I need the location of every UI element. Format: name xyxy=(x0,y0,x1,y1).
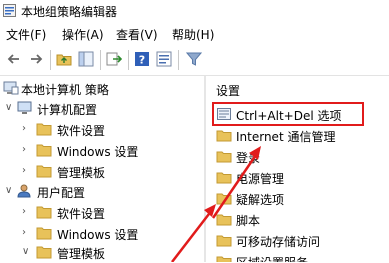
details-pane: 设置 Ctrl+Alt+Del 选项 Internet 通信管理 登录 电源管理… xyxy=(206,76,389,262)
toolbar-separator xyxy=(178,50,179,70)
folder-icon xyxy=(36,144,52,157)
tree-item-uc-windows[interactable]: › Windows 设置 xyxy=(0,224,204,244)
list-item-locale-services[interactable]: 区域设置服务 xyxy=(212,252,389,262)
chevron-right-icon[interactable]: › xyxy=(22,144,26,155)
folder-icon xyxy=(216,214,232,226)
chevron-right-icon[interactable]: › xyxy=(22,206,26,217)
help-icon[interactable]: ? xyxy=(134,51,150,67)
computer-icon xyxy=(17,101,32,114)
back-icon[interactable] xyxy=(6,51,22,67)
folder-icon xyxy=(216,130,232,142)
show-hide-tree-icon[interactable] xyxy=(78,51,94,67)
list-item-label: 疑解选项 xyxy=(236,193,285,207)
folder-icon xyxy=(36,206,52,219)
toolbar-separator xyxy=(50,50,51,70)
chevron-down-icon[interactable]: ∨ xyxy=(5,185,12,196)
list-item-label: 区域设置服务 xyxy=(236,254,308,262)
folder-open-icon xyxy=(36,246,52,259)
folder-icon xyxy=(36,227,52,240)
computer-policy-icon xyxy=(3,81,19,95)
tree-label: 管理模板 xyxy=(57,247,106,261)
properties-icon[interactable] xyxy=(156,51,172,67)
policy-setting-icon xyxy=(217,108,231,120)
forward-icon[interactable] xyxy=(28,51,44,67)
list-item-label: 可移动存储访问 xyxy=(236,235,321,249)
menu-file[interactable]: 文件(F) xyxy=(6,26,46,43)
list-item-logon[interactable]: 登录 xyxy=(212,147,389,167)
menu-bar: 文件(F) 操作(A) 查看(V) 帮助(H) xyxy=(0,22,389,46)
tree-item-cc-admin[interactable]: › 管理模板 xyxy=(0,162,204,182)
list-item-label: 脚本 xyxy=(236,214,261,228)
chevron-right-icon[interactable]: › xyxy=(22,227,26,238)
chevron-down-icon[interactable]: ∨ xyxy=(5,102,12,113)
list-item-power[interactable]: 电源管理 xyxy=(212,168,389,188)
menu-view[interactable]: 查看(V) xyxy=(116,26,158,43)
folder-icon xyxy=(216,235,232,247)
list-item-label: Ctrl+Alt+Del 选项 xyxy=(236,109,342,123)
filter-icon[interactable] xyxy=(186,51,202,67)
chevron-down-icon[interactable]: ∨ xyxy=(22,246,29,257)
folder-icon xyxy=(36,165,52,178)
tree-item-root[interactable]: 本地计算机 策略 xyxy=(0,79,204,99)
toolbar: ? xyxy=(0,46,389,76)
folder-icon xyxy=(216,172,232,184)
tree-label: 软件设置 xyxy=(57,207,106,221)
tree-item-user-config[interactable]: ∨ 用户配置 xyxy=(0,182,204,202)
list-item-scripts[interactable]: 脚本 xyxy=(212,210,389,230)
window-title: 本地组策略编辑器 xyxy=(21,5,118,19)
folder-icon xyxy=(216,256,232,262)
export-list-icon[interactable] xyxy=(106,51,122,67)
title-bar: 本地组策略编辑器 xyxy=(0,0,389,22)
svg-text:?: ? xyxy=(139,54,145,67)
tree-item-cc-software[interactable]: › 软件设置 xyxy=(0,120,204,140)
gpedit-app-icon xyxy=(3,4,16,17)
list-item-troubleshoot[interactable]: 疑解选项 xyxy=(212,189,389,209)
tree-label: 软件设置 xyxy=(57,124,106,138)
folder-up-icon[interactable] xyxy=(56,51,72,67)
folder-icon xyxy=(36,123,52,136)
list-item-ctrl-alt-del[interactable]: Ctrl+Alt+Del 选项 xyxy=(212,102,364,126)
list-item-label: 电源管理 xyxy=(236,172,285,186)
toolbar-separator xyxy=(128,50,129,70)
tree-item-uc-admin[interactable]: ∨ 管理模板 xyxy=(0,243,204,263)
toolbar-separator xyxy=(100,50,101,70)
list-item-internet[interactable]: Internet 通信管理 xyxy=(212,126,389,146)
tree-item-computer-config[interactable]: ∨ 计算机配置 xyxy=(0,99,204,119)
tree-item-uc-software[interactable]: › 软件设置 xyxy=(0,203,204,223)
tree-label: Windows 设置 xyxy=(57,228,139,242)
tree-label: 计算机配置 xyxy=(37,103,98,117)
user-icon xyxy=(17,184,31,198)
tree-label: 用户配置 xyxy=(37,186,86,200)
tree-pane: 本地计算机 策略 ∨ 计算机配置 › 软件设置 › Windows 设置 › 管… xyxy=(0,76,204,262)
list-item-label: 登录 xyxy=(236,151,261,165)
tree-label: 本地计算机 策略 xyxy=(21,83,109,97)
tree-label: Windows 设置 xyxy=(57,145,139,159)
column-header-settings[interactable]: 设置 xyxy=(216,82,240,99)
list-item-label: Internet 通信管理 xyxy=(236,130,336,144)
chevron-right-icon[interactable]: › xyxy=(22,165,26,176)
tree-item-cc-windows[interactable]: › Windows 设置 xyxy=(0,141,204,161)
tree-label: 管理模板 xyxy=(57,166,106,180)
folder-icon xyxy=(216,193,232,205)
menu-action[interactable]: 操作(A) xyxy=(62,26,104,43)
list-item-removable-storage[interactable]: 可移动存储访问 xyxy=(212,231,389,251)
folder-icon xyxy=(216,151,232,163)
chevron-right-icon[interactable]: › xyxy=(22,123,26,134)
menu-help[interactable]: 帮助(H) xyxy=(172,26,214,43)
